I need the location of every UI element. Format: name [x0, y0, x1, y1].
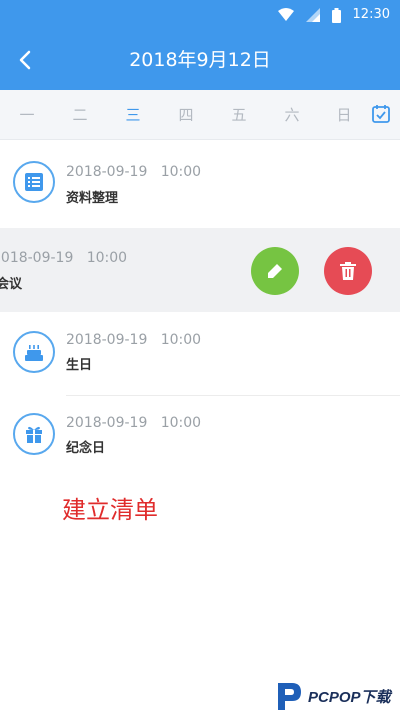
trash-icon — [340, 262, 356, 280]
edit-icon — [268, 264, 282, 278]
app-bar: 2018年9月12日 — [0, 30, 400, 90]
calendar-check-icon[interactable] — [371, 104, 391, 124]
item-datetime: 2018-09-19 10:00 — [0, 250, 128, 266]
caption-text: 建立清单 — [62, 496, 158, 524]
cake-icon — [13, 331, 55, 373]
edit-button[interactable] — [251, 247, 299, 295]
item-datetime: 2018-09-19 10:00 — [66, 332, 202, 348]
week-bar: 一 二 三 四 五 六 日 — [0, 90, 400, 140]
weekday-wed[interactable]: 三 — [118, 104, 148, 125]
weekday-fri[interactable]: 五 — [224, 104, 254, 125]
wifi-icon — [277, 8, 294, 21]
item-datetime: 2018-09-19 10:00 — [66, 415, 202, 431]
delete-button[interactable] — [324, 247, 372, 295]
list-item[interactable]: 2018-09-19 10:00 资料整理 — [0, 142, 400, 226]
page-title: 2018年9月12日 — [129, 49, 271, 71]
weekday-thu[interactable]: 四 — [171, 104, 201, 125]
item-datetime: 2018-09-19 10:00 — [66, 164, 202, 180]
item-name: 纪念日 — [66, 441, 106, 456]
gift-icon — [13, 413, 55, 455]
clock: 12:30 — [352, 7, 390, 22]
status-bar: 12:30 — [0, 0, 400, 30]
status-icons: 12:30 — [277, 6, 390, 24]
item-name: 会议 — [0, 277, 23, 292]
weekday-sun[interactable]: 日 — [329, 104, 359, 125]
list-icon — [13, 161, 55, 203]
item-name: 资料整理 — [66, 191, 119, 206]
list-item[interactable]: 2018-09-19 10:00 生日 — [0, 312, 400, 394]
item-name: 生日 — [66, 358, 93, 373]
watermark-text: PCPOP下载 — [308, 688, 391, 706]
pcpop-logo-icon — [278, 683, 301, 710]
battery-icon — [331, 7, 341, 23]
list-item[interactable]: 2018-09-19 10:00 纪念日 — [0, 396, 400, 478]
weekday-tue[interactable]: 二 — [65, 104, 95, 125]
weekday-sat[interactable]: 六 — [277, 104, 307, 125]
signal-icon — [305, 8, 320, 22]
watermark: PCPOP下载 — [274, 678, 391, 714]
weekday-mon[interactable]: 一 — [12, 104, 42, 125]
